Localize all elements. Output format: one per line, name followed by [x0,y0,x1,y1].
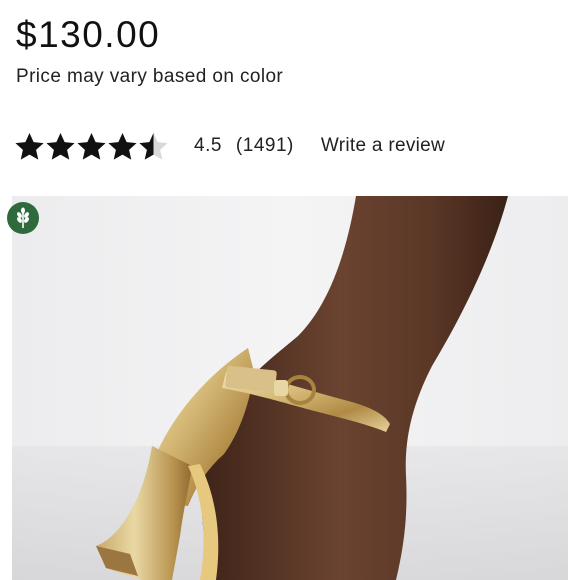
star-rating[interactable] [14,131,169,162]
rating-row: 4.5 (1491) Write a review [14,128,445,164]
rating-value: 4.5 [194,135,222,156]
star-icon [108,132,137,160]
review-count[interactable]: (1491) [236,135,294,157]
product-price: $130.00 [16,14,161,55]
star-icon [77,132,106,160]
wheat-icon [17,207,29,228]
star-icon [15,132,44,160]
product-image[interactable] [12,196,568,580]
shoe-photo [12,196,568,580]
write-review-link[interactable]: Write a review [321,135,445,157]
star-icon [46,132,75,160]
sustainable-badge[interactable] [7,202,39,234]
price-note: Price may vary based on color [16,66,284,87]
half-star-icon [139,132,168,160]
